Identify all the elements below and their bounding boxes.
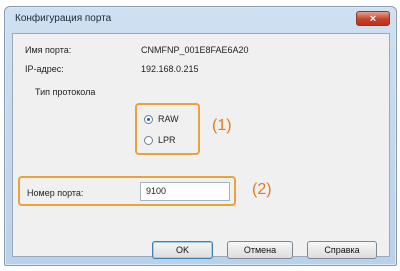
ip-address-label: IP-адрес:: [25, 64, 64, 74]
close-button[interactable]: ×: [356, 11, 390, 26]
ok-button[interactable]: OK: [152, 241, 213, 259]
cancel-button[interactable]: Отмена: [227, 241, 293, 259]
close-icon: ×: [369, 12, 377, 25]
port-number-value: 9100: [146, 186, 167, 196]
radio-lpr[interactable]: LPR: [144, 135, 176, 145]
cancel-button-label: Отмена: [243, 245, 277, 255]
port-config-dialog: Конфигурация порта × Имя порта: CNMFNP_0…: [4, 6, 397, 266]
radio-raw-indicator[interactable]: [144, 114, 153, 124]
radio-lpr-label: LPR: [158, 135, 176, 145]
radio-lpr-indicator[interactable]: [144, 135, 153, 145]
port-name-label: Имя порта:: [25, 45, 72, 55]
help-button-label: Справка: [324, 245, 360, 255]
ok-button-label: OK: [175, 245, 189, 255]
help-button[interactable]: Справка: [307, 241, 377, 259]
ip-address-value: 192.168.0.215: [141, 64, 199, 74]
port-number-label: Номер порта:: [27, 188, 84, 198]
protocol-highlight-box: [135, 103, 200, 155]
callout-2: (2): [252, 181, 272, 198]
radio-raw-label: RAW: [158, 114, 179, 124]
title-bar: Конфигурация порта ×: [5, 7, 396, 33]
protocol-type-label: Тип протокола: [35, 87, 96, 97]
callout-1: (1): [212, 117, 232, 134]
dialog-title: Конфигурация порта: [15, 13, 112, 24]
dialog-body: Имя порта: CNMFNP_001E8FAE6A20 IP-адрес:…: [12, 33, 390, 259]
port-number-input[interactable]: 9100: [140, 182, 230, 201]
radio-raw[interactable]: RAW: [144, 114, 179, 124]
port-name-value: CNMFNP_001E8FAE6A20: [141, 45, 249, 55]
